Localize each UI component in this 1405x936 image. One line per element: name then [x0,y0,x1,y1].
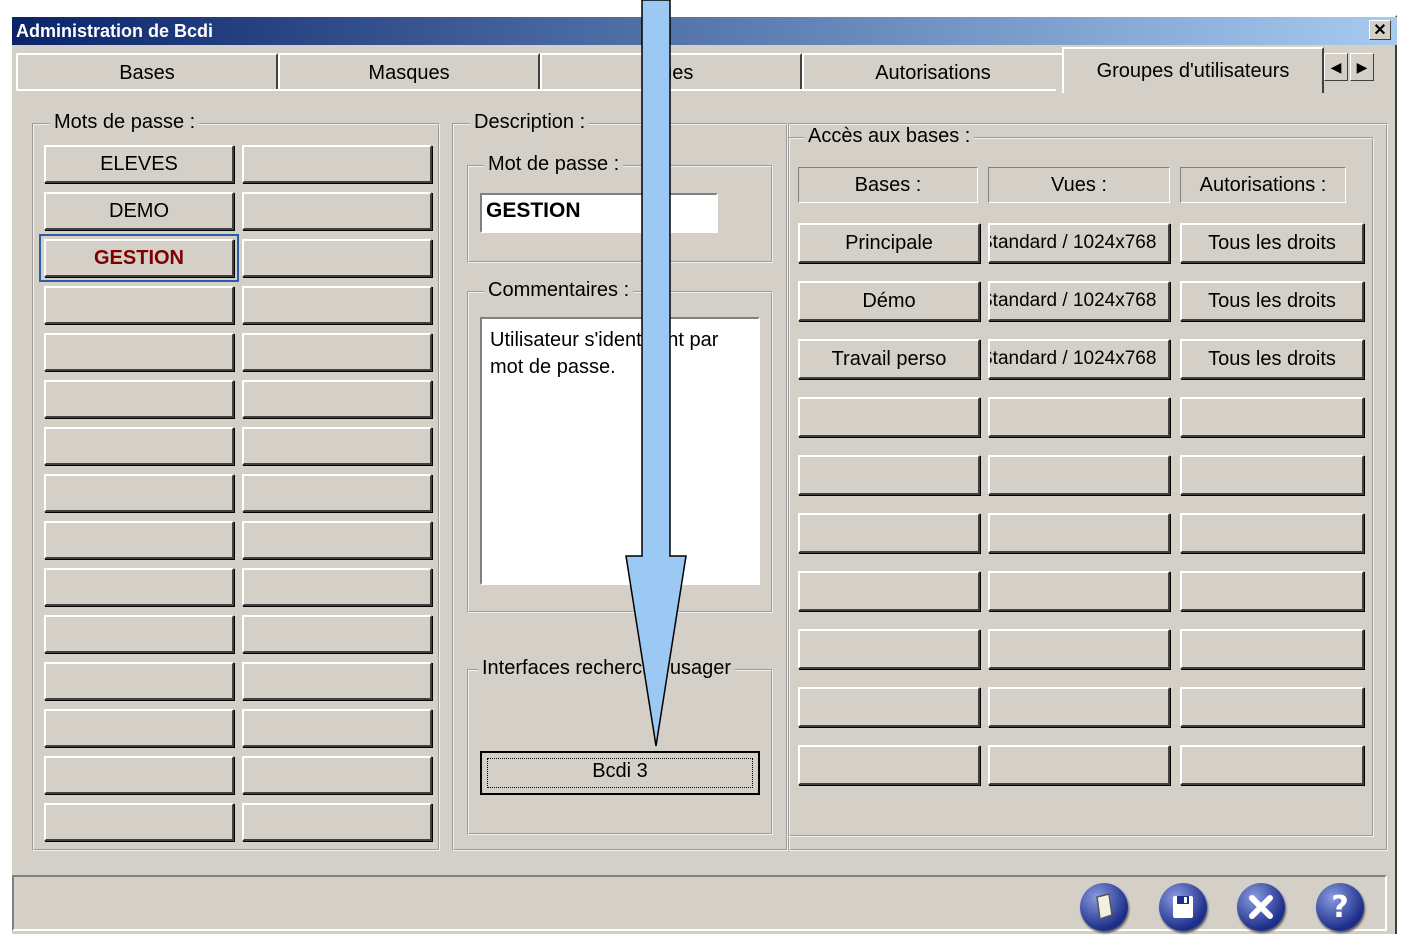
annotation-arrow [625,0,687,747]
